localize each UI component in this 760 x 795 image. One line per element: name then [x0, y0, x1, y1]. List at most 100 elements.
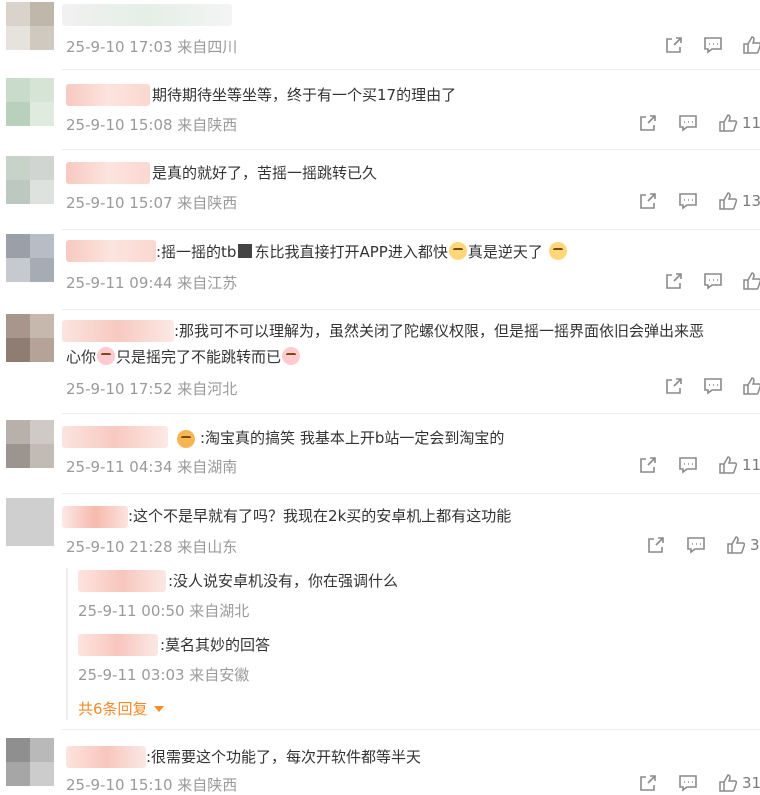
- emoji-icon: [448, 242, 467, 260]
- avatar[interactable]: [6, 2, 54, 50]
- comment-meta: 25-9-11 04:34 来自湖南: [66, 458, 238, 476]
- emoji-icon: [548, 242, 567, 260]
- thumbs-up-icon: [727, 536, 746, 554]
- emoji-icon: [177, 430, 195, 448]
- username-redacted: [78, 570, 166, 592]
- share-icon: [666, 378, 682, 394]
- reply-button[interactable]: [686, 535, 706, 555]
- share-button[interactable]: [638, 455, 658, 475]
- share-button[interactable]: [646, 535, 666, 555]
- reply-text: :莫名其妙的回答: [160, 636, 271, 654]
- thumbs-up-icon: [719, 192, 738, 210]
- comment-icon: [704, 273, 722, 290]
- reply-button[interactable]: [678, 113, 698, 133]
- reply-button[interactable]: [678, 455, 698, 475]
- reply-button[interactable]: [678, 191, 698, 211]
- thumbs-up-icon: [719, 774, 738, 792]
- avatar[interactable]: [6, 156, 54, 204]
- comment-text: :那我可不可以理解为，虽然关闭了陀螺仪权限，但是摇一摇界面依旧会弹出来恶: [174, 322, 705, 340]
- comment-text: 心你 只是摇完了不能跳转而已: [66, 344, 301, 370]
- share-button[interactable]: [638, 113, 658, 133]
- like-button[interactable]: 11: [718, 113, 760, 133]
- username-redacted: [62, 4, 232, 26]
- comment-meta: 25-9-10 17:03 来自四川: [66, 38, 238, 56]
- comment-text-part: 只是摇完了不能跳转而已: [116, 348, 282, 366]
- comment-text-part: :摇一摇的tb: [156, 243, 237, 261]
- like-button[interactable]: 3: [726, 535, 760, 555]
- comment-meta: 25-9-11 09:44 来自江苏: [66, 274, 238, 292]
- comment-meta: 25-9-10 15:07 来自陕西: [66, 194, 238, 212]
- like-count: 11: [742, 456, 760, 474]
- reply-button[interactable]: [678, 773, 698, 793]
- comment-icon: [679, 115, 697, 132]
- like-button[interactable]: [742, 376, 760, 396]
- share-button[interactable]: [664, 271, 684, 291]
- comment-icon: [679, 193, 697, 210]
- comment-icon: [704, 37, 722, 54]
- share-button[interactable]: [664, 35, 684, 55]
- avatar[interactable]: [6, 420, 54, 468]
- thumbs-up-icon: [743, 272, 760, 290]
- comment-item: :那我可不可以理解为，虽然关闭了陀螺仪权限，但是摇一摇界面依旧会弹出来恶 心你 只…: [0, 310, 760, 414]
- view-more-replies-link[interactable]: 共6条回复: [78, 698, 165, 719]
- comment-item: :这个不是早就有了吗？我现在2k买的安卓机上都有这功能 25-9-10 21:2…: [0, 494, 760, 730]
- like-button[interactable]: [742, 35, 760, 55]
- reply-button[interactable]: [703, 271, 723, 291]
- username-redacted: [66, 746, 146, 768]
- share-button[interactable]: [638, 773, 658, 793]
- comment-text-part: 东比我直接打开APP进入都快: [254, 243, 448, 261]
- like-button[interactable]: 11: [718, 455, 760, 475]
- thumbs-up-icon: [719, 114, 738, 132]
- comment-text: 期待期待坐等坐等，终于有一个买17的理由了: [152, 86, 457, 104]
- comment-meta: 25-9-10 21:28 来自山东: [66, 538, 238, 556]
- avatar[interactable]: [6, 234, 54, 282]
- emoji-icon: [282, 347, 301, 365]
- reply-button[interactable]: [703, 376, 723, 396]
- comment-text-part: 真是逆天了: [467, 243, 543, 261]
- comment-icon: [679, 775, 697, 792]
- username-redacted: [66, 84, 150, 106]
- like-count: 3: [750, 536, 760, 554]
- reply-text: :没人说安卓机没有，你在强调什么: [168, 572, 399, 590]
- like-count: 13: [742, 192, 760, 210]
- share-icon: [640, 193, 656, 209]
- comment-meta: 25-9-10 15:08 来自陕西: [66, 116, 238, 134]
- avatar[interactable]: [6, 498, 54, 546]
- comment-item: 期待期待坐等坐等，终于有一个买17的理由了 25-9-10 15:08 来自陕西…: [0, 70, 760, 150]
- comment-meta: 25-9-10 17:52 来自河北: [66, 380, 238, 398]
- username-redacted: [66, 162, 150, 184]
- comment-text: :淘宝真的搞笑 我基本上开b站一定会到淘宝的: [200, 429, 505, 447]
- share-button[interactable]: [664, 376, 684, 396]
- share-icon: [666, 37, 682, 53]
- share-button[interactable]: [638, 191, 658, 211]
- like-button[interactable]: 13: [718, 191, 760, 211]
- comment-text: :这个不是早就有了吗？我现在2k买的安卓机上都有这功能: [128, 507, 512, 525]
- username-redacted: [66, 240, 156, 262]
- username-redacted: [62, 506, 128, 528]
- comment-text-part: 心你: [66, 348, 97, 366]
- reply-meta: 25-9-11 00:50 来自湖北: [78, 602, 250, 620]
- username-redacted: [62, 426, 168, 448]
- like-button[interactable]: 31: [718, 773, 760, 793]
- avatar[interactable]: [6, 78, 54, 126]
- avatar[interactable]: [6, 738, 54, 786]
- reply-button[interactable]: [703, 35, 723, 55]
- thumbs-up-icon: [719, 456, 738, 474]
- comment-item: :淘宝真的搞笑 我基本上开b站一定会到淘宝的 25-9-11 04:34 来自湖…: [0, 414, 760, 494]
- share-icon: [640, 115, 656, 131]
- emoji-icon: [97, 347, 116, 365]
- reply-thread: :没人说安卓机没有，你在强调什么 25-9-11 00:50 来自湖北 :莫名其…: [66, 568, 760, 720]
- share-icon: [640, 457, 656, 473]
- avatar[interactable]: [6, 314, 54, 362]
- comment-text: 是真的就好了，苦摇一摇跳转已久: [152, 164, 378, 182]
- username-redacted: [62, 320, 174, 342]
- share-icon: [640, 775, 656, 791]
- like-button[interactable]: [742, 271, 760, 291]
- comment-text: :很需要这个功能了，每次开软件都等半天: [146, 748, 422, 766]
- share-icon: [648, 537, 664, 553]
- username-redacted: [78, 634, 158, 656]
- comment-item: :摇一摇的tb 东比我直接打开APP进入都快 真是逆天了 25-9-11 09:44…: [0, 230, 760, 310]
- share-icon: [666, 273, 682, 289]
- comment-item: 25-9-10 17:03 来自四川: [0, 0, 760, 70]
- comment-item: 是真的就好了，苦摇一摇跳转已久 25-9-10 15:07 来自陕西 13: [0, 150, 760, 230]
